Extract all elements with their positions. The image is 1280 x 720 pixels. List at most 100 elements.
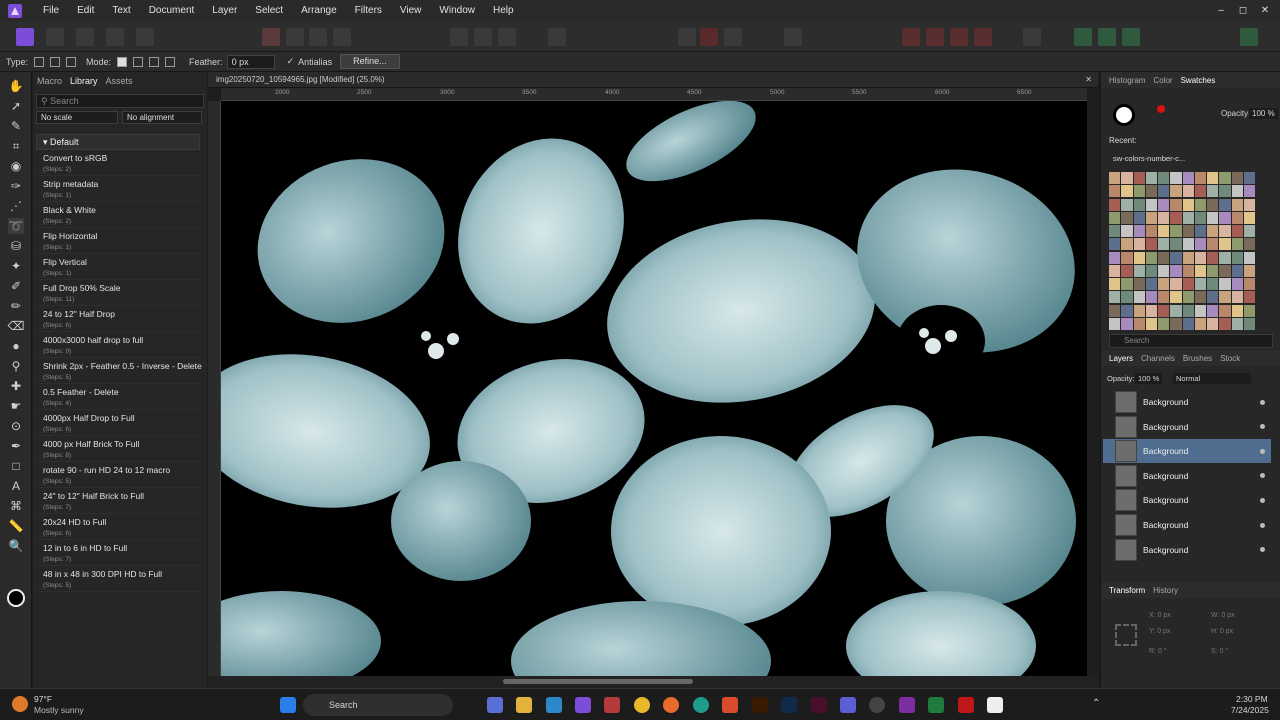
layer-visibility-icon[interactable] [1260, 497, 1265, 503]
photoshop-icon[interactable] [781, 697, 797, 713]
macro-item[interactable]: 48 in x 48 in 300 DPI HD to Full (Steps: … [36, 566, 200, 592]
swatch[interactable] [1207, 264, 1219, 277]
swatch[interactable] [1133, 185, 1145, 198]
swatch[interactable] [1231, 238, 1243, 251]
boolean-subtract-icon[interactable] [1098, 28, 1116, 46]
swatch[interactable] [1121, 172, 1133, 184]
swatch[interactable] [1243, 264, 1255, 277]
swatch[interactable] [1158, 238, 1170, 251]
swatch[interactable] [1243, 211, 1255, 224]
swatch[interactable] [1109, 211, 1121, 224]
swatch[interactable] [1231, 185, 1243, 198]
mode-intersect-icon[interactable] [165, 56, 176, 67]
swatch[interactable] [1170, 317, 1182, 330]
tab-assets[interactable]: Assets [106, 76, 133, 86]
swatch[interactable] [1109, 291, 1121, 304]
swatch[interactable] [1231, 251, 1243, 264]
export-persona-icon[interactable] [136, 28, 154, 46]
arrange-forward-icon[interactable] [950, 28, 968, 46]
macro-item[interactable]: rotate 90 - run HD 24 to 12 macro (Steps:… [36, 462, 200, 488]
menu-help[interactable]: Help [484, 0, 523, 22]
swatch[interactable] [1207, 211, 1219, 224]
layer-row[interactable]: Background [1103, 390, 1271, 414]
shape-tool-icon[interactable]: □ [8, 458, 24, 474]
document-tab[interactable]: img20250720_10594965.jpg [Modified] (25.… [208, 72, 1098, 88]
affinity-photo-icon[interactable] [575, 697, 591, 713]
menu-select[interactable]: Select [246, 0, 292, 22]
swatch[interactable] [1133, 317, 1145, 330]
github-icon[interactable] [869, 697, 885, 713]
swatch[interactable] [1170, 304, 1182, 317]
menu-window[interactable]: Window [430, 0, 484, 22]
swatch[interactable] [1109, 225, 1121, 237]
flood-fill-tool-icon[interactable]: ⛁ [8, 238, 24, 254]
swatch[interactable] [1170, 185, 1182, 198]
swatch[interactable] [1133, 211, 1145, 224]
smudge-tool-icon[interactable]: ☛ [8, 398, 24, 414]
macro-item[interactable]: 24" to 12" Half Brick to Full (Steps: 7) [36, 488, 200, 514]
app-icon[interactable] [840, 697, 856, 713]
minimize-button[interactable]: – [1210, 0, 1232, 22]
swatch[interactable] [1207, 238, 1219, 251]
swatch[interactable] [1158, 278, 1170, 290]
edge-icon[interactable] [693, 697, 709, 713]
selection-brush-tool-icon[interactable]: ◉ [8, 158, 24, 174]
gradient-tool-icon[interactable]: ✦ [8, 258, 24, 274]
swatch[interactable] [1194, 264, 1206, 277]
swatch[interactable] [1121, 198, 1133, 211]
freehand-type-icon[interactable] [34, 56, 45, 67]
layer-visibility-icon[interactable] [1260, 399, 1265, 405]
auto-contrast-icon[interactable] [286, 28, 304, 46]
swatch[interactable] [1182, 251, 1194, 264]
layer-row[interactable]: Background [1103, 488, 1271, 512]
tab-macro[interactable]: Macro [37, 76, 62, 86]
macro-item[interactable]: Strip metadata (Steps: 1) [36, 176, 200, 202]
swatch[interactable] [1158, 225, 1170, 237]
swatch[interactable] [1219, 211, 1231, 224]
swatch[interactable] [1194, 317, 1206, 330]
swatch[interactable] [1243, 278, 1255, 290]
antialias-checkbox[interactable]: ✓ [287, 56, 295, 67]
swatch[interactable] [1219, 172, 1231, 184]
develop-persona-icon[interactable] [76, 28, 94, 46]
macro-item[interactable]: 24 to 12" Half Drop (Steps: 6) [36, 306, 200, 332]
swatch[interactable] [1133, 291, 1145, 304]
swatch[interactable] [1231, 225, 1243, 237]
swatch[interactable] [1219, 238, 1231, 251]
swatch[interactable] [1170, 264, 1182, 277]
image-canvas[interactable] [221, 101, 1087, 676]
mode-subtract-icon[interactable] [149, 56, 160, 67]
dodge-tool-icon[interactable]: ● [8, 338, 24, 354]
swatch[interactable] [1170, 238, 1182, 251]
swatch[interactable] [1121, 317, 1133, 330]
swatch[interactable] [1170, 251, 1182, 264]
swatch[interactable] [1243, 291, 1255, 304]
crop-tool-icon[interactable]: ⌗ [8, 138, 24, 154]
paint-brush-tool-icon[interactable]: ✐ [8, 278, 24, 294]
swatch[interactable] [1243, 238, 1255, 251]
swatch[interactable] [1182, 291, 1194, 304]
swatch[interactable] [1109, 278, 1121, 290]
transform-y-field[interactable]: Y: 0 px [1149, 628, 1170, 635]
color-picker-tool-icon[interactable]: ✎ [8, 118, 24, 134]
layer-visibility-icon[interactable] [1260, 448, 1265, 454]
snapping-icon[interactable] [678, 28, 696, 46]
teams-icon[interactable] [487, 697, 503, 713]
illustrator-icon[interactable] [752, 697, 768, 713]
menu-filters[interactable]: Filters [346, 0, 391, 22]
view-mode-icon[interactable] [784, 28, 802, 46]
auto-white-balance-icon[interactable] [333, 28, 351, 46]
tab-channels[interactable]: Channels [1141, 354, 1175, 363]
swatch[interactable] [1121, 185, 1133, 198]
tone-mapping-persona-icon[interactable] [106, 28, 124, 46]
swatch[interactable] [1194, 185, 1206, 198]
swatch[interactable] [1194, 278, 1206, 290]
swatch[interactable] [1145, 198, 1157, 211]
photo-persona-icon[interactable] [16, 28, 34, 46]
swatch-search-input[interactable]: Search [1109, 334, 1273, 348]
library-search-input[interactable]: ⚲ Search [36, 94, 204, 108]
swatch[interactable] [1121, 238, 1133, 251]
macro-item[interactable]: 12 in to 6 in HD to Full (Steps: 7) [36, 540, 200, 566]
macro-item[interactable]: Convert to sRGB (Steps: 2) [36, 150, 200, 176]
pixel-tool-icon[interactable]: ✏ [8, 298, 24, 314]
